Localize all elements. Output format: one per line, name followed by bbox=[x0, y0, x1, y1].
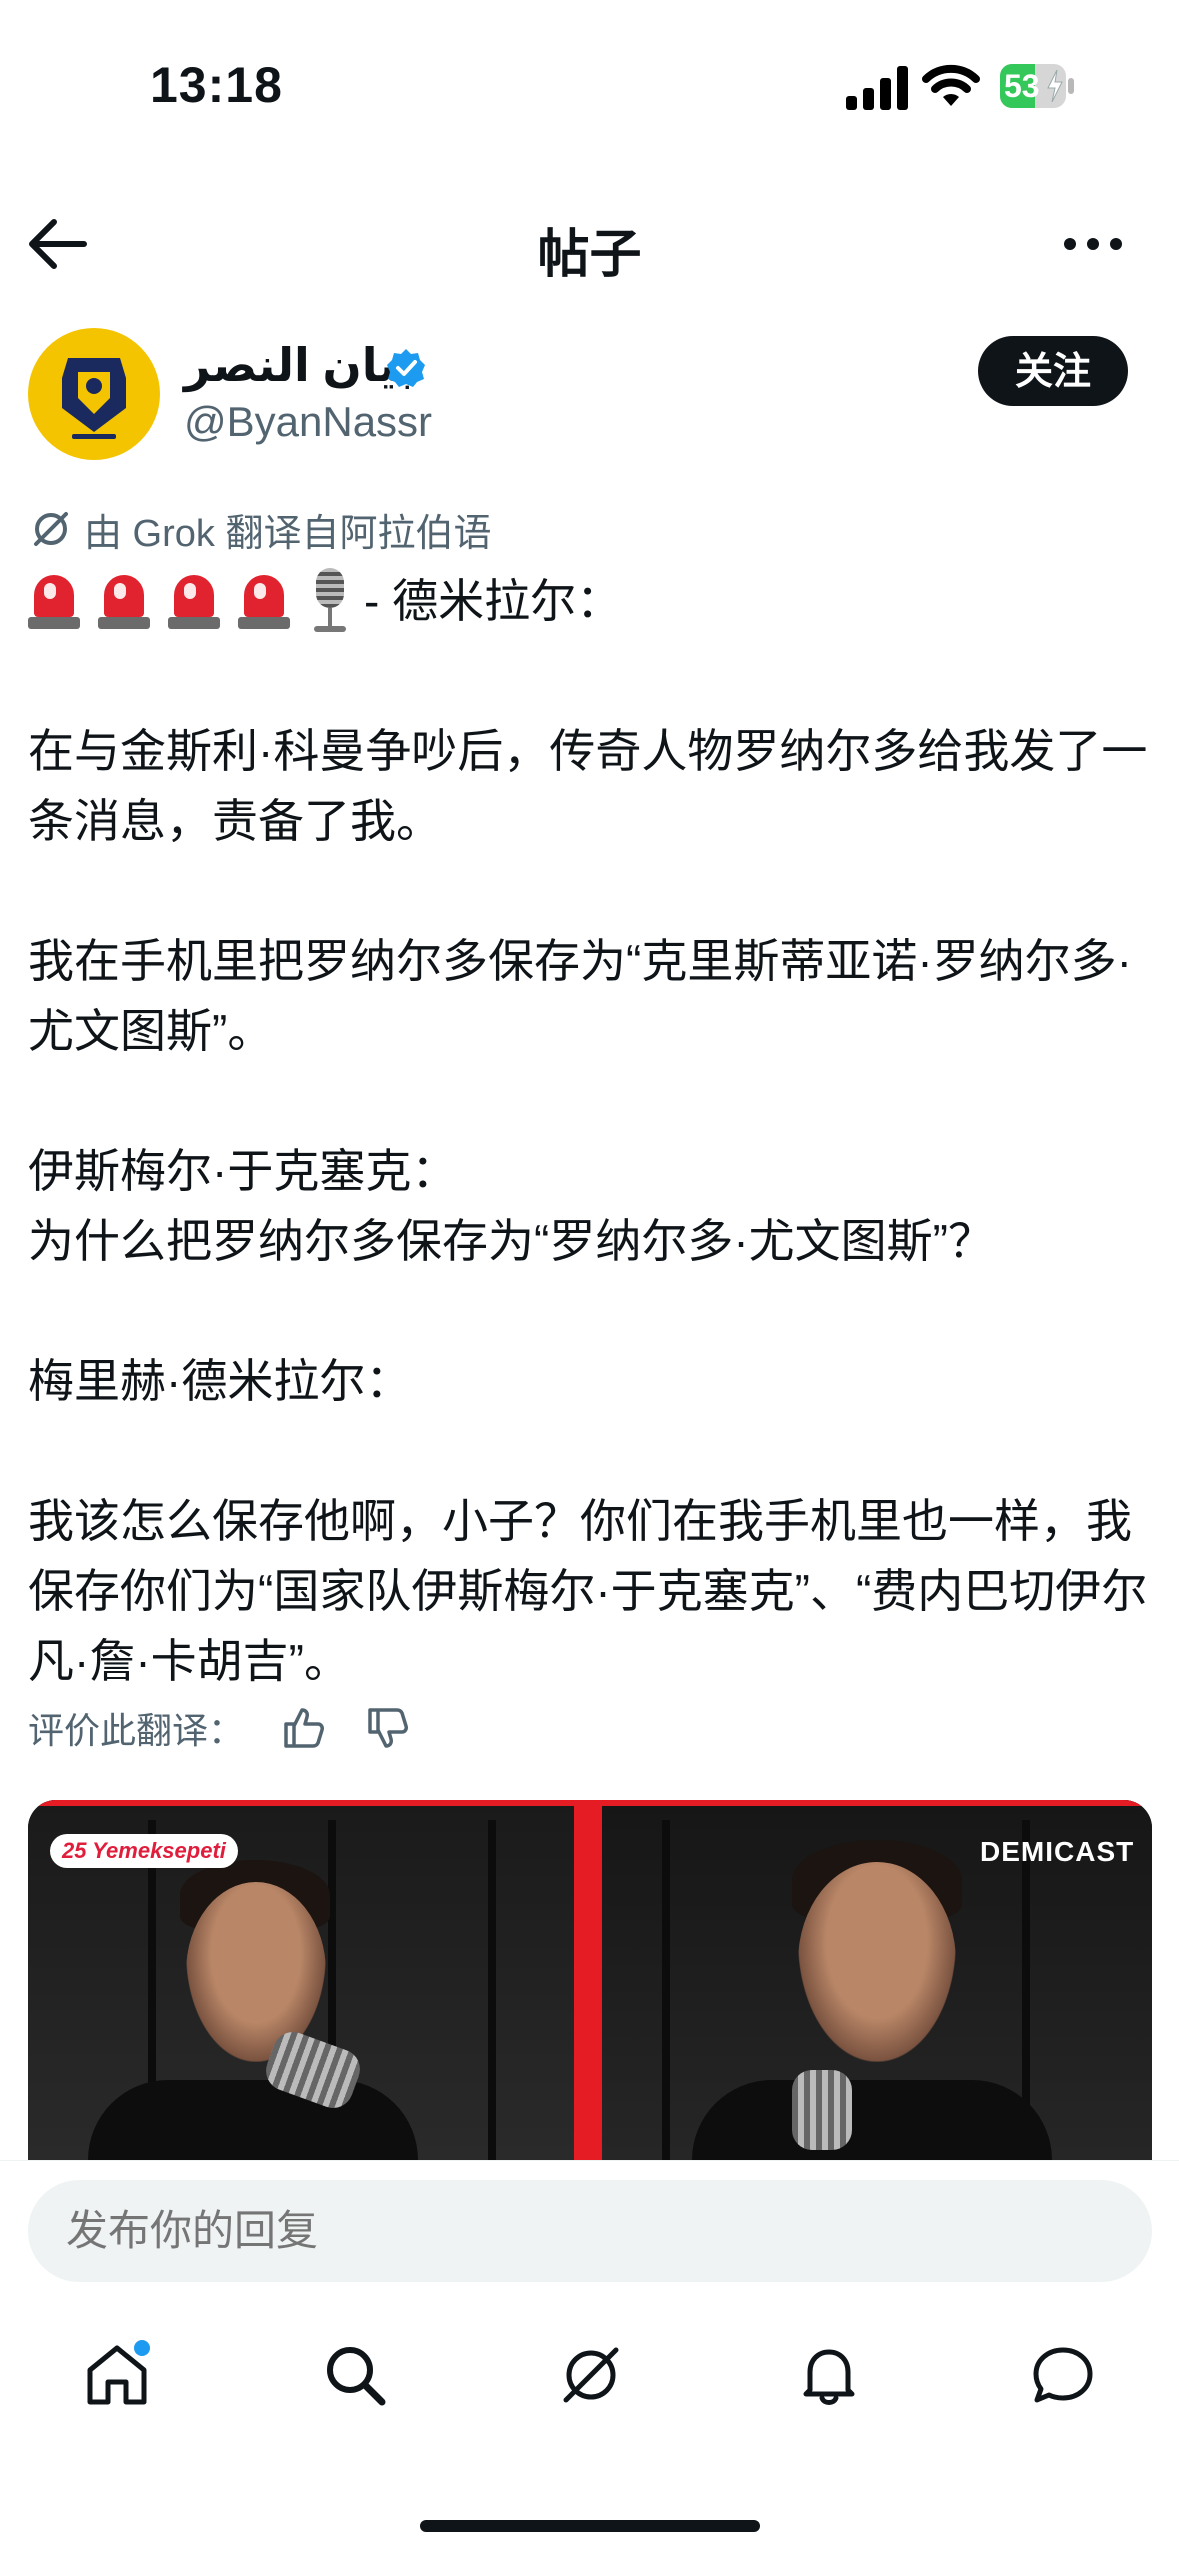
notification-dot bbox=[134, 2340, 150, 2356]
grok-icon bbox=[34, 512, 68, 546]
thumbs-up-icon[interactable] bbox=[280, 1704, 328, 1752]
translation-note-text: 由 Grok 翻译自阿拉伯语 bbox=[84, 512, 492, 555]
emoji-line: - 德米拉尔： bbox=[28, 556, 1152, 646]
cellular-signal-icon bbox=[846, 66, 910, 110]
author-handle[interactable]: @ByanNassr bbox=[184, 398, 432, 446]
avatar[interactable] bbox=[28, 328, 160, 460]
rate-translation: 评价此翻译： bbox=[28, 1698, 412, 1758]
follow-button[interactable]: 关注 bbox=[978, 336, 1128, 406]
charging-bolt-icon bbox=[1047, 70, 1063, 102]
post-paragraph: 伊斯梅尔·于克塞克： 为什么把罗纳尔多保存为“罗纳尔多·尤文图斯”？ bbox=[28, 1145, 994, 1267]
grok-icon[interactable] bbox=[556, 2340, 626, 2410]
post-paragraph: 我在手机里把罗纳尔多保存为“克里斯蒂亚诺·罗纳尔多·尤文图斯”。 bbox=[28, 935, 1132, 1057]
siren-emoji-icon bbox=[98, 571, 150, 631]
emoji-line-text: - 德米拉尔： bbox=[364, 575, 623, 627]
wifi-icon bbox=[922, 64, 980, 106]
battery-percent: 53 bbox=[1004, 68, 1040, 104]
bottom-nav bbox=[0, 2330, 1179, 2430]
sponsor-badge: 25 Yemeksepeti bbox=[50, 1834, 238, 1868]
thumbs-down-icon[interactable] bbox=[364, 1704, 412, 1752]
reply-input[interactable] bbox=[28, 2180, 1152, 2282]
search-icon[interactable] bbox=[320, 2340, 390, 2410]
video-watermark: DEMICAST bbox=[980, 1836, 1135, 1867]
bell-icon[interactable] bbox=[794, 2340, 864, 2410]
microphone-emoji-icon bbox=[308, 568, 352, 634]
author-name[interactable]: بيان النصر bbox=[184, 338, 415, 392]
chat-icon[interactable] bbox=[1028, 2340, 1098, 2410]
home-indicator bbox=[420, 2520, 760, 2532]
translation-note: 由 Grok 翻译自阿拉伯语 bbox=[30, 504, 492, 555]
more-horizontal-icon[interactable] bbox=[1060, 222, 1126, 266]
post-video-thumbnail[interactable]: 25 Yemeksepeti DEMICAST bbox=[28, 1800, 1152, 2160]
verified-badge-icon bbox=[387, 349, 425, 387]
rate-translation-label: 评价此翻译： bbox=[28, 1710, 245, 1751]
battery-indicator: 53 bbox=[1000, 64, 1074, 108]
post-paragraph: 梅里赫·德米拉尔： bbox=[28, 1355, 412, 1407]
post-paragraph: 我该怎么保存他啊，小子？你们在我手机里也一样，我保存你们为“国家队伊斯梅尔·于克… bbox=[28, 1495, 1148, 1687]
siren-emoji-icon bbox=[168, 571, 220, 631]
post-text: - 德米拉尔： 在与金斯利·科曼争吵后，传奇人物罗纳尔多给我发了一条消息，责备了… bbox=[28, 556, 1152, 1696]
status-time: 13:18 bbox=[150, 57, 283, 113]
siren-emoji-icon bbox=[238, 571, 290, 631]
siren-emoji-icon bbox=[28, 571, 80, 631]
post-paragraph: 在与金斯利·科曼争吵后，传奇人物罗纳尔多给我发了一条消息，责备了我。 bbox=[28, 725, 1148, 847]
page-title: 帖子 bbox=[537, 226, 642, 284]
club-logo bbox=[62, 358, 126, 439]
